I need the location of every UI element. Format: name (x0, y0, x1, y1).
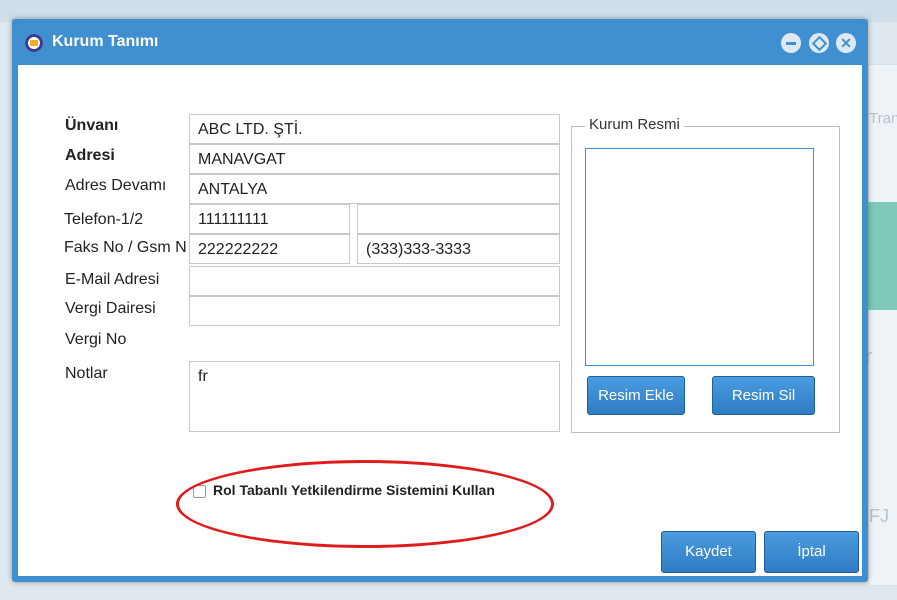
background-tile (868, 202, 897, 310)
dialog-content: Ünvanı Adresi Adres Devamı Telefon-1/2 F… (18, 65, 862, 576)
app-icon (25, 34, 43, 52)
kurum-tanimi-dialog: Kurum Tanımı ✕ Ünvanı Adresi Adres Devam… (12, 19, 868, 582)
kurum-resmi-image (585, 148, 814, 366)
iptal-button[interactable]: İptal (764, 531, 859, 573)
minimize-icon[interactable] (781, 33, 801, 53)
gsm-field[interactable]: (333)333-3333 (357, 234, 560, 264)
close-icon[interactable]: ✕ (836, 33, 856, 53)
kurum-resmi-legend: Kurum Resmi (585, 116, 684, 133)
rol-tabanli-label[interactable]: Rol Tabanlı Yetkilendirme Sistemini Kull… (213, 482, 495, 498)
highlight-ellipse (176, 460, 554, 548)
label-unvani: Ünvanı (65, 117, 119, 134)
resim-sil-button[interactable]: Resim Sil (712, 376, 815, 415)
title-bar[interactable]: Kurum Tanımı ✕ (12, 19, 868, 65)
label-adres-devami: Adres Devamı (65, 177, 167, 194)
kaydet-button[interactable]: Kaydet (661, 531, 756, 573)
rol-tabanli-checkbox[interactable] (193, 485, 206, 498)
email-field[interactable] (189, 266, 560, 296)
telefon2-field[interactable] (357, 204, 560, 234)
background-text-fj: FJ (869, 506, 889, 526)
label-notlar: Notlar (65, 365, 108, 382)
adres-devami-field[interactable]: ANTALYA (189, 174, 560, 204)
dialog-title: Kurum Tanımı (52, 33, 159, 50)
label-telefon: Telefon-1/2 (64, 211, 144, 228)
label-adresi: Adresi (65, 147, 115, 164)
vergi-dairesi-field[interactable] (189, 296, 560, 326)
label-vergi-no: Vergi No (65, 331, 127, 348)
adresi-field[interactable]: MANAVGAT (189, 144, 560, 174)
label-email: E-Mail Adresi (65, 271, 160, 288)
resim-ekle-button[interactable]: Resim Ekle (587, 376, 685, 415)
telefon1-field[interactable]: 111111111 (189, 204, 350, 234)
maximize-icon[interactable] (809, 33, 829, 53)
background-text-tran: Tran (869, 110, 897, 127)
label-vergi-dairesi: Vergi Dairesi (65, 300, 156, 317)
notlar-textarea[interactable]: fr (189, 361, 560, 432)
faks-field[interactable]: 222222222 (189, 234, 350, 264)
unvani-field[interactable]: ABC LTD. ŞTİ. (189, 114, 560, 144)
label-faks: Faks No / Gsm N (64, 239, 187, 256)
